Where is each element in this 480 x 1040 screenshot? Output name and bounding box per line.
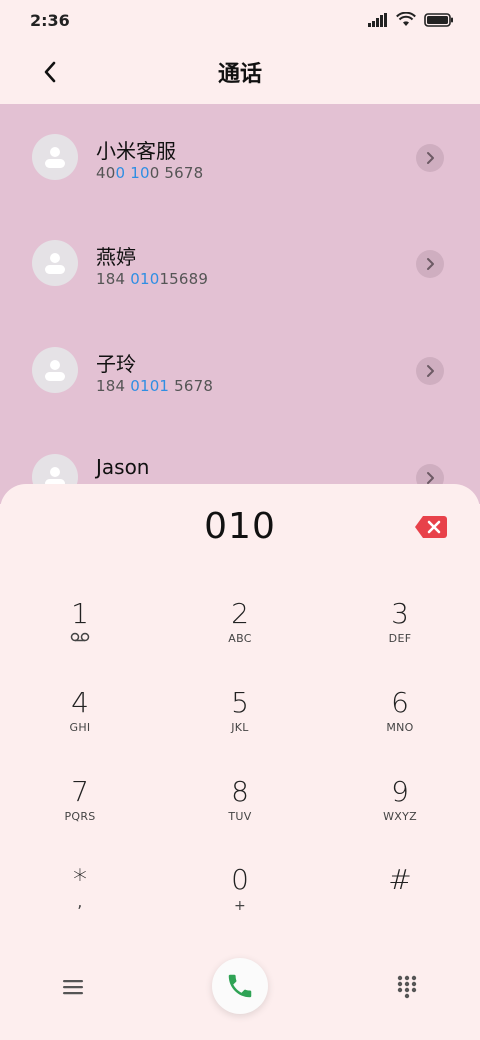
dialpad-icon bbox=[397, 975, 417, 999]
match-highlight: 010 bbox=[130, 270, 160, 288]
contact-row[interactable]: 子玲 184 0101 5678 bbox=[0, 317, 480, 423]
contact-number: 184 01015689 bbox=[96, 270, 209, 288]
contact-row[interactable]: 小米客服 400 100 5678 bbox=[0, 104, 480, 210]
phone-icon bbox=[228, 974, 252, 998]
menu-icon bbox=[63, 980, 83, 995]
contact-row[interactable]: 燕婷 184 01015689 bbox=[0, 210, 480, 316]
status-icons bbox=[368, 12, 454, 27]
avatar bbox=[32, 134, 78, 180]
voicemail-icon bbox=[70, 632, 90, 642]
key-0[interactable]: 0 + bbox=[180, 864, 300, 944]
contact-name: Jason bbox=[96, 455, 150, 479]
status-time: 2:36 bbox=[30, 11, 70, 30]
dialpad-toggle-button[interactable] bbox=[392, 972, 422, 1002]
contact-number: 400 100 5678 bbox=[96, 164, 204, 182]
status-bar: 2:36 bbox=[0, 0, 480, 40]
call-button[interactable] bbox=[212, 958, 268, 1014]
contact-number: 184 0101 5678 bbox=[96, 377, 214, 395]
menu-button[interactable] bbox=[58, 972, 88, 1002]
key-7[interactable]: 7 PQRS bbox=[20, 776, 140, 856]
key-8[interactable]: 8 TUV bbox=[180, 776, 300, 856]
key-6[interactable]: 6 MNO bbox=[340, 687, 460, 767]
person-icon bbox=[45, 147, 65, 168]
contact-name: 子玲 bbox=[96, 352, 136, 376]
key-hash[interactable]: # bbox=[340, 864, 460, 944]
typed-number: 010 bbox=[204, 506, 276, 547]
wifi-icon bbox=[396, 12, 416, 26]
match-highlight: 0101 bbox=[130, 377, 170, 395]
key-3[interactable]: 3 DEF bbox=[340, 598, 460, 678]
chevron-right-icon bbox=[427, 472, 434, 484]
chevron-right-icon bbox=[427, 365, 434, 377]
chevron-right-icon bbox=[427, 152, 434, 164]
header: 通话 bbox=[0, 40, 480, 104]
contact-name: 燕婷 bbox=[96, 245, 136, 269]
avatar bbox=[32, 347, 78, 393]
delete-button[interactable] bbox=[414, 514, 448, 540]
key-2[interactable]: 2 ABC bbox=[180, 598, 300, 678]
person-icon bbox=[45, 253, 65, 274]
contact-detail-button[interactable] bbox=[416, 144, 444, 172]
person-icon bbox=[45, 360, 65, 381]
chevron-right-icon bbox=[427, 258, 434, 270]
contact-detail-button[interactable] bbox=[416, 250, 444, 278]
key-5[interactable]: 5 JKL bbox=[180, 687, 300, 767]
backspace-icon bbox=[415, 516, 447, 538]
key-star[interactable]: * , bbox=[20, 864, 140, 944]
contact-list[interactable]: 小米客服 400 100 5678 燕婷 184 01015689 子玲 184… bbox=[0, 104, 480, 504]
battery-icon bbox=[424, 12, 453, 27]
avatar bbox=[32, 240, 78, 286]
key-9[interactable]: 9 WXYZ bbox=[340, 776, 460, 856]
signal-icon bbox=[368, 12, 387, 27]
key-4[interactable]: 4 GHI bbox=[20, 687, 140, 767]
key-1[interactable]: 1 bbox=[20, 598, 140, 678]
bottom-bar bbox=[0, 950, 480, 1030]
page-title: 通话 bbox=[217, 62, 262, 87]
match-highlight: 0 10 bbox=[115, 164, 150, 182]
contact-name: 小米客服 bbox=[96, 139, 176, 163]
contact-detail-button[interactable] bbox=[416, 357, 444, 385]
